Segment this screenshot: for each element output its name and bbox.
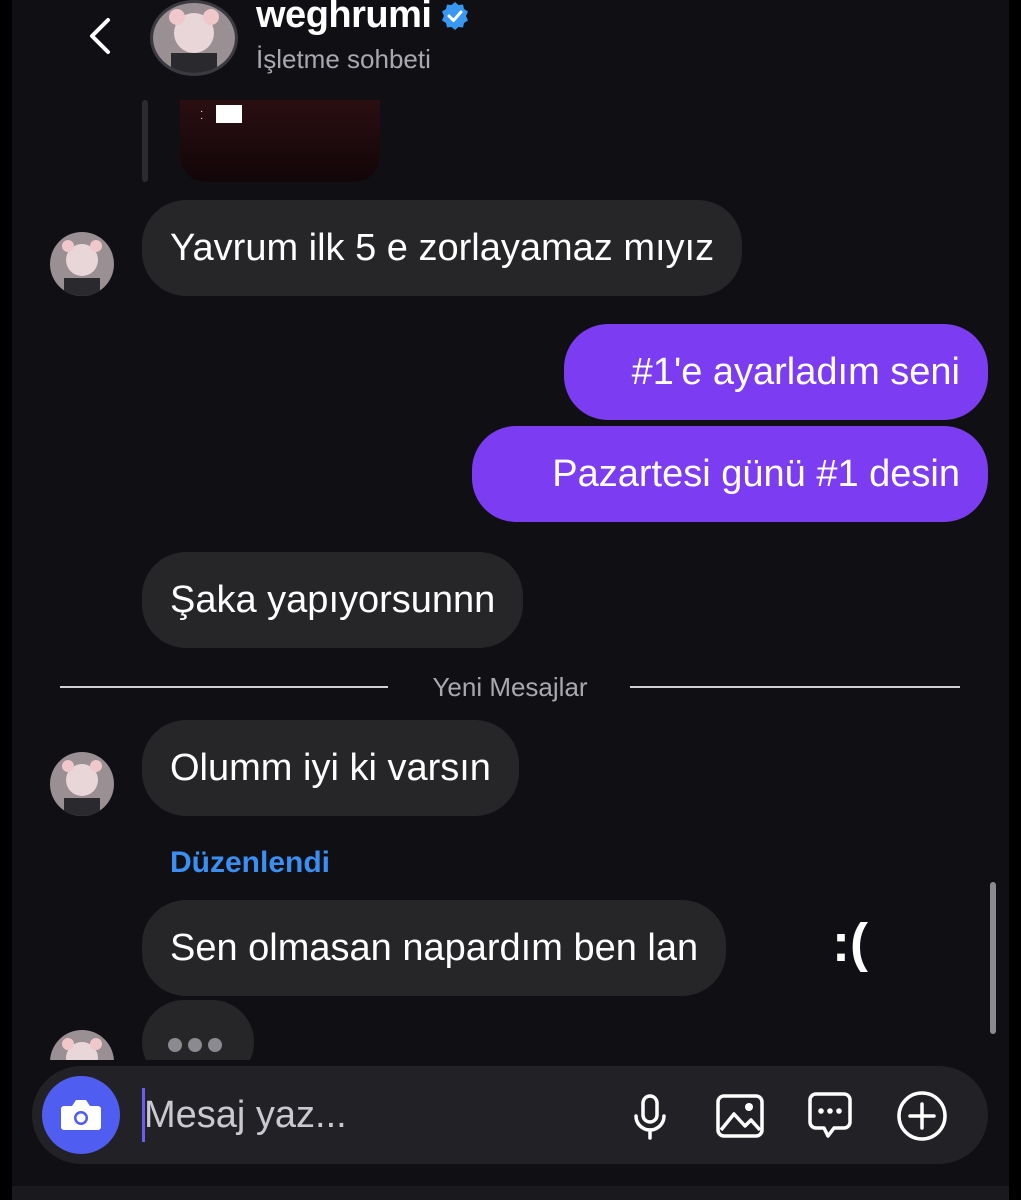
message-bubble-received[interactable]: Sen olmasan napardım ben lan — [142, 900, 727, 996]
camera-button[interactable] — [42, 1076, 120, 1154]
microphone-icon[interactable] — [622, 1088, 678, 1144]
page-title[interactable]: weghrumi — [256, 0, 432, 37]
message-bubble-sent[interactable]: #1'e ayarladım seni — [564, 324, 988, 420]
reaction-emote: :( — [832, 913, 868, 973]
new-messages-divider: Yeni Mesajlar — [60, 672, 960, 702]
message-composer — [32, 1066, 988, 1164]
edited-label: Düzenlendi — [170, 846, 331, 879]
post-thumbnail — [216, 105, 242, 123]
chat-header: weghrumi İşletme sohbeti — [12, 0, 1009, 96]
camera-icon — [61, 1100, 101, 1130]
divider-label: Yeni Mesajlar — [432, 672, 588, 702]
chat-subtitle: İşletme sohbeti — [256, 44, 431, 74]
verified-badge-icon — [442, 1, 469, 30]
image-icon[interactable] — [712, 1088, 768, 1144]
dots-icon: · · — [200, 106, 204, 124]
message-bubble-received[interactable]: Yavrum ilk 5 e zorlayamaz mıyız — [142, 200, 743, 296]
avatar[interactable] — [150, 0, 238, 76]
chat-bubble-icon[interactable] — [802, 1088, 858, 1144]
chat-screen: weghrumi İşletme sohbeti · · Yavrum ilk 5… — [12, 0, 1009, 1200]
reply-indicator — [142, 100, 148, 182]
avatar[interactable] — [50, 752, 114, 816]
message-bubble-sent[interactable]: Pazartesi günü #1 desin — [472, 426, 988, 522]
message-input[interactable] — [144, 1088, 584, 1142]
avatar[interactable] — [50, 232, 114, 296]
plus-circle-icon[interactable] — [894, 1088, 950, 1144]
message-bubble-received[interactable]: Olumm iyi ki varsın — [142, 720, 519, 816]
chevron-left-icon[interactable] — [78, 10, 128, 60]
scrollbar[interactable] — [990, 882, 996, 1034]
shared-post-preview[interactable]: · · — [180, 100, 380, 182]
bottom-edge — [12, 1186, 1009, 1200]
message-bubble-received[interactable]: Şaka yapıyorsunnn — [142, 552, 524, 648]
